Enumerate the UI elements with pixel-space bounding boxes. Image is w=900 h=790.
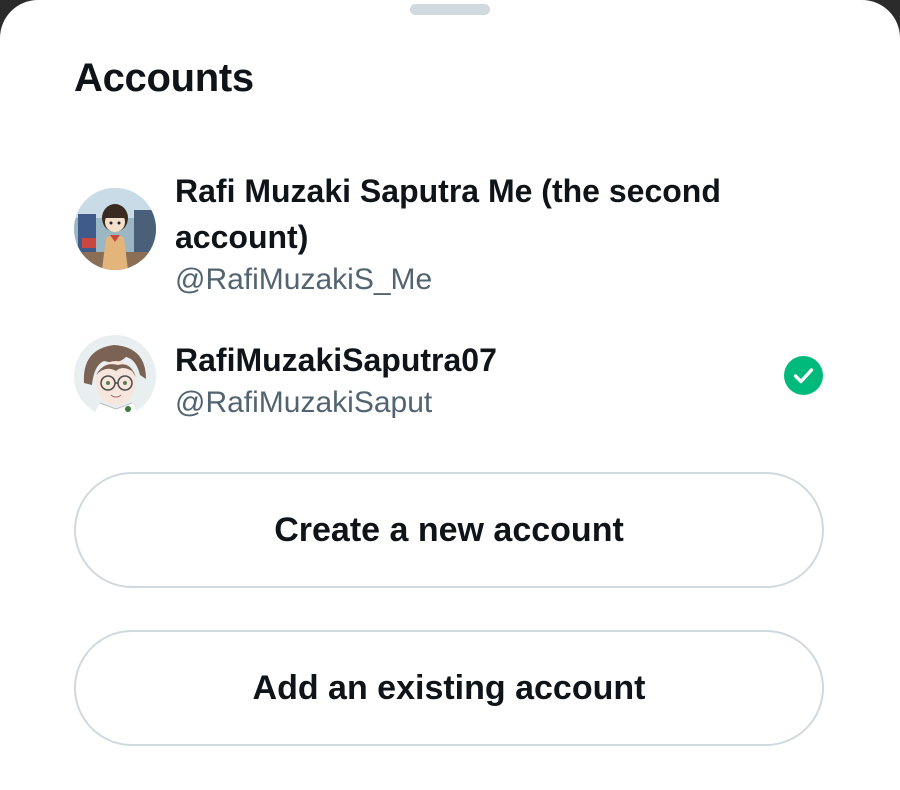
sheet-title: Accounts <box>74 56 254 100</box>
account-name: Rafi Muzaki Saputra Me (the second accou… <box>175 173 721 255</box>
create-account-button[interactable]: Create a new account <box>74 472 824 588</box>
accounts-bottom-sheet: Accounts Rafi Muzaki Saputra Me (the sec… <box>0 0 900 790</box>
anime-girl-avatar-icon <box>74 188 156 270</box>
avatar <box>74 188 156 270</box>
sheet-drag-handle[interactable] <box>410 4 490 15</box>
check-circle-icon <box>784 356 823 395</box>
account-item[interactable]: Rafi Muzaki Saputra Me (the second accou… <box>0 160 900 300</box>
account-handle: @RafiMuzakiSaput <box>175 386 433 419</box>
account-handle: @RafiMuzakiS_Me <box>175 263 433 296</box>
add-existing-account-button[interactable]: Add an existing account <box>74 630 824 746</box>
account-item-selected[interactable]: RafiMuzakiSaputra07 @RafiMuzakiSaput <box>0 325 900 425</box>
anime-boy-glasses-avatar-icon <box>74 335 156 417</box>
account-info: Rafi Muzaki Saputra Me (the second accou… <box>175 168 775 300</box>
account-info: RafiMuzakiSaputra07 @RafiMuzakiSaput <box>175 337 775 423</box>
account-name: RafiMuzakiSaputra07 <box>175 342 497 378</box>
avatar <box>74 335 156 417</box>
